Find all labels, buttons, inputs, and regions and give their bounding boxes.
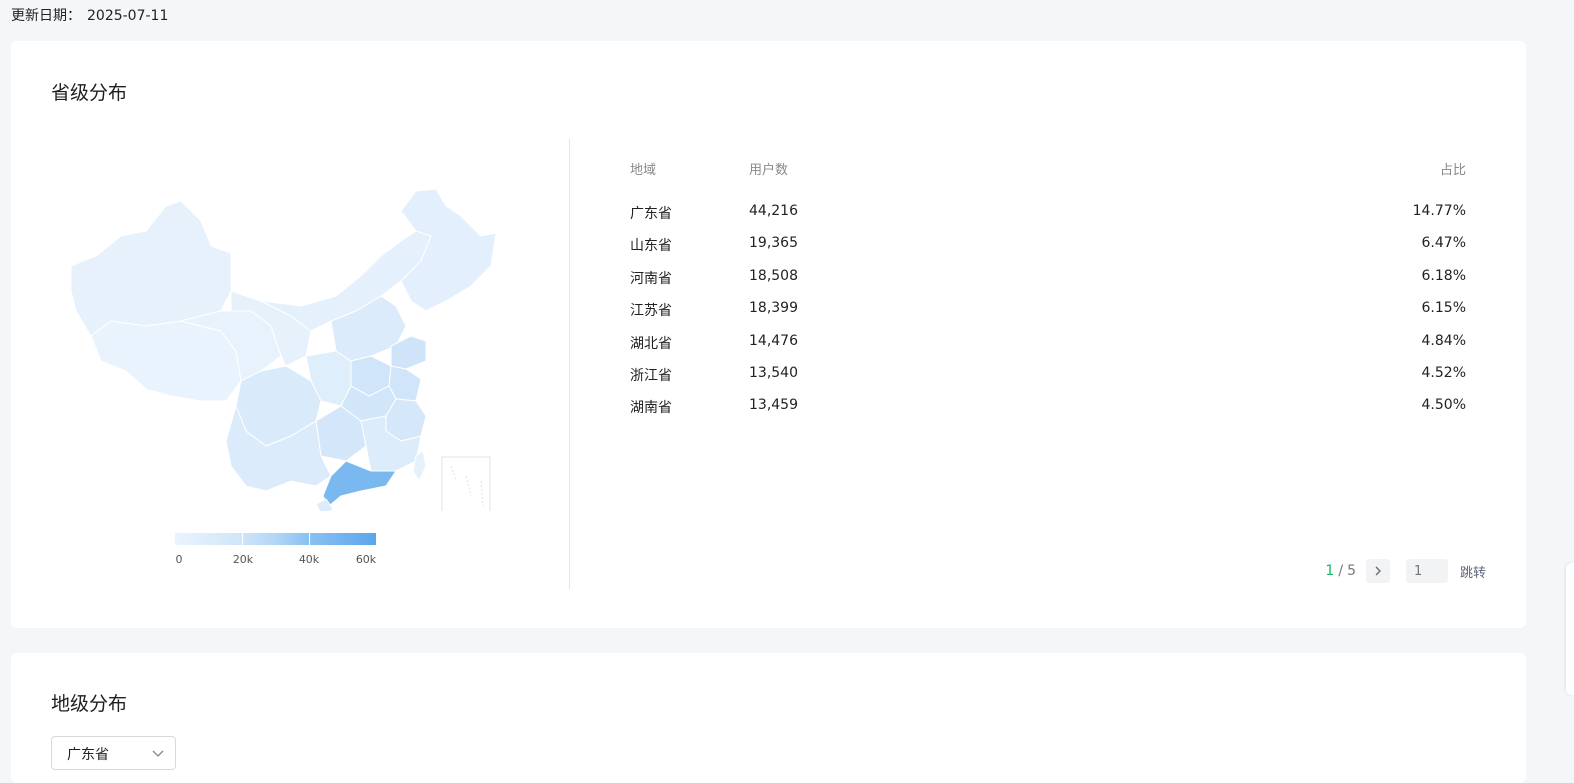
update-date-value: 2025-07-11	[87, 8, 169, 24]
cell-region: 江苏省	[630, 303, 672, 320]
table-row: 河南省 18,508 6.18%	[630, 268, 1466, 300]
table-header: 地域 用户数 占比	[630, 159, 1466, 183]
cell-region: 湖南省	[630, 400, 672, 417]
china-map[interactable]	[51, 161, 511, 518]
cell-users: 13,540	[749, 364, 798, 381]
city-section-title: 地级分布	[51, 693, 128, 715]
cell-region: 河南省	[630, 270, 672, 287]
province-section-title: 省级分布	[51, 82, 128, 104]
cell-ratio: 6.18%	[1421, 267, 1466, 284]
chevron-right-icon	[1375, 566, 1381, 576]
column-header-users: 用户数	[749, 163, 789, 178]
cell-ratio: 6.47%	[1421, 235, 1466, 252]
table-row: 湖北省 14,476 4.84%	[630, 333, 1466, 365]
cell-region: 浙江省	[630, 367, 672, 384]
map-region-xizang[interactable]	[90, 320, 242, 402]
legend-tick: 20k	[232, 553, 254, 566]
cell-users: 44,216	[749, 203, 798, 219]
cell-ratio: 4.84%	[1421, 332, 1466, 349]
cell-users: 18,508	[749, 267, 798, 284]
map-legend: 0 20k 40k 60k	[175, 533, 376, 569]
province-distribution-card: 省级分布 0 20k 40k 60k 地域 用户数 占比 广东省 44,216 …	[11, 41, 1526, 628]
cell-users: 18,399	[749, 300, 798, 317]
south-china-sea-islands	[450, 465, 484, 507]
total-pages: 5	[1347, 563, 1356, 579]
cell-ratio: 4.52%	[1421, 364, 1466, 381]
side-floating-tab[interactable]	[1566, 563, 1574, 695]
cell-region: 广东省	[630, 206, 672, 222]
update-date: 更新日期： 2025-07-11	[11, 5, 168, 25]
legend-tick: 0	[175, 553, 183, 566]
table-row: 山东省 19,365 6.47%	[630, 235, 1466, 267]
legend-tick: 40k	[298, 553, 320, 566]
page-separator: /	[1338, 563, 1344, 579]
legend-tick: 60k	[355, 553, 377, 566]
update-date-label: 更新日期：	[11, 8, 81, 24]
next-page-button[interactable]	[1365, 559, 1390, 583]
current-page: 1	[1325, 563, 1335, 579]
cell-region: 湖北省	[630, 335, 672, 352]
china-map-svg[interactable]	[51, 161, 511, 518]
section-divider	[569, 139, 570, 589]
jump-button[interactable]: 跳转	[1460, 562, 1486, 581]
cell-ratio: 6.15%	[1421, 300, 1466, 317]
table-row: 湖南省 13,459 4.50%	[630, 397, 1466, 429]
legend-ticks: 0 20k 40k 60k	[175, 553, 377, 569]
table-row: 江苏省 18,399 6.15%	[630, 300, 1466, 332]
legend-gradient-bar	[175, 533, 376, 545]
cell-ratio: 14.77%	[1412, 203, 1466, 219]
province-table: 地域 用户数 占比 广东省 44,216 14.77% 山东省 19,365 6…	[630, 159, 1466, 430]
page-number-input[interactable]	[1405, 559, 1448, 583]
city-distribution-card: 地级分布 广东省	[11, 653, 1526, 783]
cell-users: 13,459	[749, 397, 798, 414]
cell-users: 14,476	[749, 332, 798, 349]
cell-users: 19,365	[749, 235, 798, 252]
table-row: 浙江省 13,540 4.52%	[630, 365, 1466, 397]
table-row: 广东省 44,216 14.77%	[630, 203, 1466, 235]
province-select-value: 广东省	[67, 747, 109, 763]
cell-ratio: 4.50%	[1421, 397, 1466, 414]
chevron-down-icon	[152, 750, 164, 757]
column-header-region: 地域	[630, 163, 657, 178]
cell-region: 山东省	[630, 238, 672, 255]
column-header-ratio: 占比	[1439, 163, 1466, 178]
province-select[interactable]: 广东省	[51, 736, 176, 770]
pagination: 1 / 5 跳转	[1325, 559, 1486, 583]
